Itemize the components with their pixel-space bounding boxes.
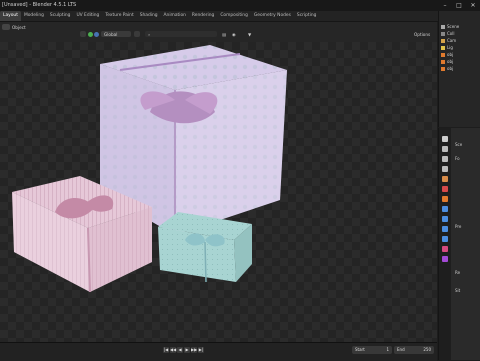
mesh-icon (441, 53, 445, 57)
properties-panel: Sce Fo Pre Re Sit (438, 128, 480, 360)
title-bar: [Unsaved] - Blender 4.5.1 LTS – □ ✕ (0, 0, 480, 11)
maximize-button[interactable]: □ (452, 0, 466, 11)
prev-keyframe-icon[interactable]: ◀◀ (170, 347, 176, 353)
tool-tab-icon[interactable] (442, 136, 448, 142)
prop-label: Sce (455, 142, 463, 147)
tab-modeling[interactable]: Modeling (21, 11, 47, 21)
end-value: 250 (423, 347, 431, 352)
outliner-row[interactable]: obj (441, 58, 480, 65)
tab-shading[interactable]: Shading (137, 11, 161, 21)
physics-tab-icon[interactable] (442, 226, 448, 232)
timeline-bar: |◀ ◀◀ ◀ ▶ ▶▶ ▶| Start 1 End 250 (0, 342, 437, 361)
tab-geometry-nodes[interactable]: Geometry Nodes (251, 11, 294, 21)
prop-label: Fo (455, 156, 460, 161)
frame-start-field[interactable]: Start 1 (352, 346, 392, 354)
funnel-icon[interactable]: ▼ (248, 32, 251, 37)
tab-sculpting[interactable]: Sculpting (47, 11, 74, 21)
outliner-row[interactable]: Scene (441, 23, 480, 30)
outliner-row[interactable]: Cam (441, 37, 480, 44)
3d-viewport[interactable] (0, 42, 437, 342)
search-field[interactable] (145, 31, 217, 37)
mesh-icon (441, 67, 445, 71)
object-mode-menu[interactable]: Object (12, 25, 26, 30)
start-value: 1 (386, 347, 389, 352)
small-gift-box[interactable] (158, 212, 252, 283)
world-tab-icon[interactable] (442, 186, 448, 192)
tab-layout[interactable]: Layout (0, 11, 21, 21)
render-tab-icon[interactable] (442, 146, 448, 152)
properties-tabs (439, 128, 451, 360)
jump-end-icon[interactable]: ▶| (198, 347, 204, 353)
play-icon[interactable]: ▶ (184, 347, 190, 353)
texture-tab-icon[interactable] (442, 256, 448, 262)
prop-label: Re (455, 270, 461, 275)
pivot-button[interactable] (80, 31, 86, 37)
overlay-icon[interactable]: ◉ (232, 32, 236, 37)
camera-icon (441, 39, 445, 43)
frame-end-field[interactable]: End 250 (394, 346, 434, 354)
workspace-bar: Layout Modeling Sculpting UV Editing Tex… (0, 11, 480, 22)
proportional-icon[interactable] (94, 31, 99, 37)
tab-texture-paint[interactable]: Texture Paint (102, 11, 136, 21)
snap-icon[interactable] (88, 31, 93, 37)
output-tab-icon[interactable] (442, 156, 448, 162)
tab-compositing[interactable]: Compositing (217, 11, 251, 21)
window-title: [Unsaved] - Blender 4.5.1 LTS (2, 2, 77, 8)
tab-animation[interactable]: Animation (161, 11, 189, 21)
next-keyframe-icon[interactable]: ▶▶ (191, 347, 197, 353)
outliner-row[interactable]: obj (441, 65, 480, 72)
minimize-button[interactable]: – (438, 0, 452, 11)
tab-rendering[interactable]: Rendering (189, 11, 217, 21)
search-icon: ⌕ (148, 31, 151, 37)
light-icon (441, 46, 445, 50)
end-label: End (397, 347, 405, 352)
prop-label: Sit (455, 288, 461, 293)
material-tab-icon[interactable] (442, 246, 448, 252)
snapping-toggle[interactable] (134, 31, 140, 37)
outliner-row[interactable]: Coll (441, 30, 480, 37)
outliner-panel: Scene Coll Cam Lig obj obj obj (438, 11, 480, 127)
editor-type-button[interactable] (2, 24, 10, 30)
workspace-tabs: Layout Modeling Sculpting UV Editing Tex… (0, 11, 319, 21)
tab-scripting[interactable]: Scripting (294, 11, 320, 21)
scene-tab-icon[interactable] (442, 176, 448, 182)
transform-orientation-label: Global (104, 31, 118, 37)
particles-tab-icon[interactable] (442, 216, 448, 222)
outliner-row[interactable]: Lig (441, 44, 480, 51)
modifier-tab-icon[interactable] (442, 206, 448, 212)
view-layer-tab-icon[interactable] (442, 166, 448, 172)
play-reverse-icon[interactable]: ◀ (177, 347, 183, 353)
close-button[interactable]: ✕ (466, 0, 480, 11)
scene-render (12, 45, 287, 293)
tab-uv-editing[interactable]: UV Editing (73, 11, 102, 21)
start-label: Start (355, 347, 365, 352)
collection-icon (441, 32, 445, 36)
outliner-row[interactable]: obj (441, 51, 480, 58)
jump-start-icon[interactable]: |◀ (163, 347, 169, 353)
options-menu[interactable]: Options (414, 32, 430, 37)
scene-icon (441, 25, 445, 29)
prop-label: Pre (455, 224, 462, 229)
window-controls: – □ ✕ (438, 0, 480, 11)
filter-icon[interactable]: ▤ (222, 32, 226, 37)
constraints-tab-icon[interactable] (442, 236, 448, 242)
object-tab-icon[interactable] (442, 196, 448, 202)
mesh-icon (441, 60, 445, 64)
viewport-header: Object Global ⌕ ▤ ◉ ▼ Options (0, 22, 437, 42)
